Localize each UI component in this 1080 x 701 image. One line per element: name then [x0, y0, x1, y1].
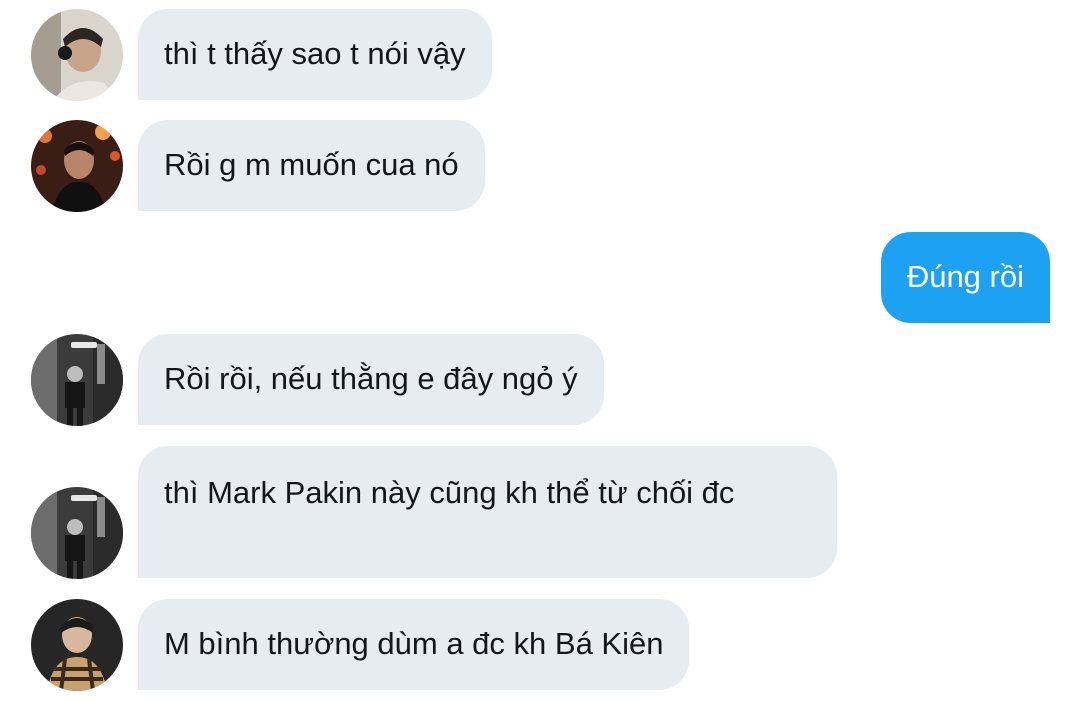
message-thread: thì t thấy sao t nói vậy Rồi g m muốn cu…	[0, 0, 1080, 701]
user-avatar-headphones[interactable]	[31, 9, 123, 101]
message-text: Rồi rồi, nếu thằng e đây ngỏ ý	[164, 361, 578, 396]
message-text: thì t thấy sao t nói vậy	[164, 36, 466, 71]
user-avatar-street-bw[interactable]	[31, 487, 123, 579]
own-message-bubble[interactable]: Đúng rồi	[880, 232, 1050, 323]
message-bubble[interactable]: Rồi rồi, nếu thằng e đây ngỏ ý	[138, 334, 604, 425]
user-avatar-lights[interactable]	[31, 120, 123, 212]
message-text: M bình thường dùm a đc kh Bá Kiên	[164, 626, 664, 661]
user-avatar-plaid[interactable]	[31, 599, 123, 691]
user-avatar-street-bw[interactable]	[31, 334, 123, 426]
message-text: Rồi g m muốn cua nó	[164, 147, 459, 182]
message-text: thì Mark Pakin này cũng kh thể từ chối đ…	[164, 475, 735, 510]
message-bubble[interactable]: thì t thấy sao t nói vậy	[138, 9, 492, 100]
message-bubble[interactable]: M bình thường dùm a đc kh Bá Kiên	[138, 599, 690, 690]
message-bubble[interactable]: thì Mark Pakin này cũng kh thể từ chối đ…	[138, 446, 837, 578]
message-text: Đúng rồi	[906, 259, 1024, 294]
message-bubble[interactable]: Rồi g m muốn cua nó	[138, 120, 485, 211]
